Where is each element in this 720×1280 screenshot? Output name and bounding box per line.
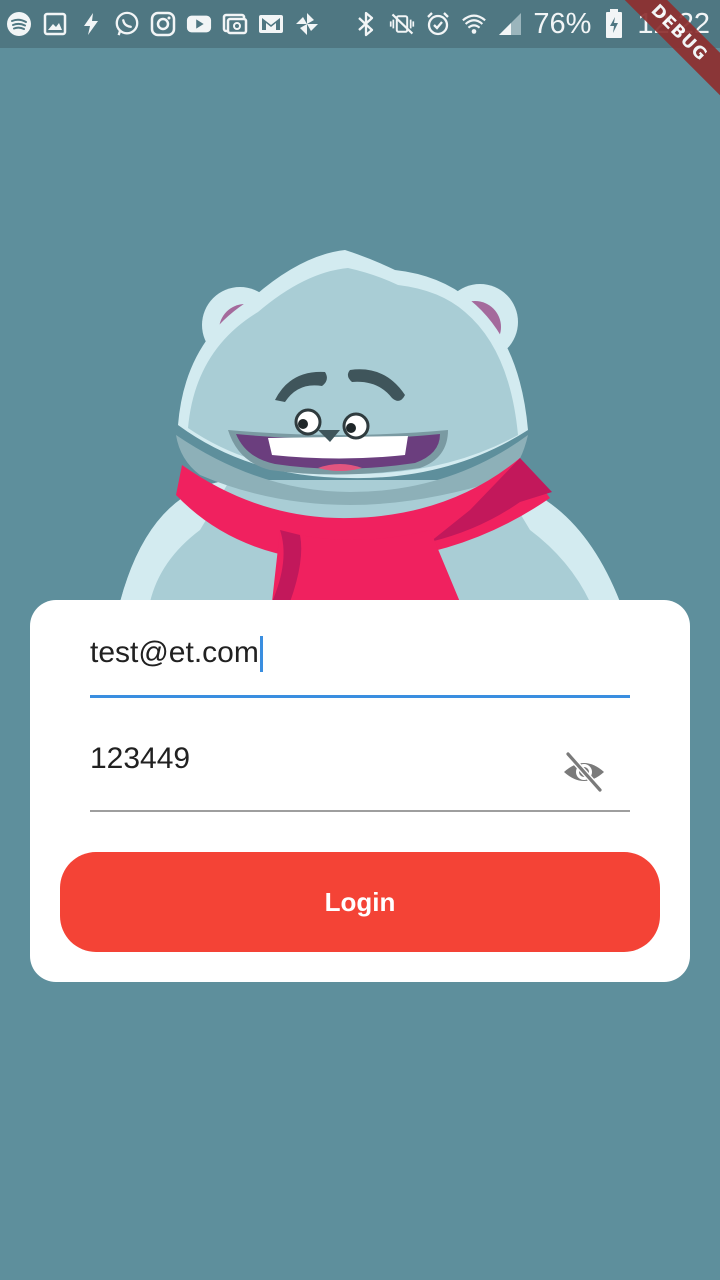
gallery-icon [42, 11, 68, 37]
password-value[interactable]: 123449 [90, 742, 190, 776]
bluetooth-icon [353, 11, 379, 37]
gmail-icon [258, 11, 284, 37]
flash-icon [78, 11, 104, 37]
instagram-icon [150, 11, 176, 37]
spotify-icon [6, 11, 32, 37]
eye-off-icon[interactable] [558, 746, 610, 798]
pinwheel-icon [294, 11, 320, 37]
battery-icon [601, 9, 627, 38]
vibrate-icon [389, 11, 415, 37]
status-bar: 76% 12:22 [0, 0, 720, 48]
alarm-icon [425, 11, 451, 37]
youtube-icon [186, 11, 212, 37]
email-input[interactable]: test@et.com [90, 636, 263, 673]
login-card: test@et.com 123449 Login [30, 600, 690, 982]
cast-icon [222, 11, 248, 37]
email-field[interactable]: test@et.com [90, 630, 630, 698]
bear-illustration [0, 230, 720, 610]
wifi-icon [461, 11, 487, 37]
text-caret [259, 636, 263, 673]
signal-icon [497, 11, 523, 37]
password-field[interactable]: 123449 [90, 736, 630, 812]
login-button[interactable]: Login [60, 852, 660, 952]
battery-percent: 76% [533, 7, 592, 40]
whatsapp-icon [114, 11, 140, 37]
email-value: test@et.com [90, 636, 259, 669]
notification-icons [0, 11, 320, 37]
